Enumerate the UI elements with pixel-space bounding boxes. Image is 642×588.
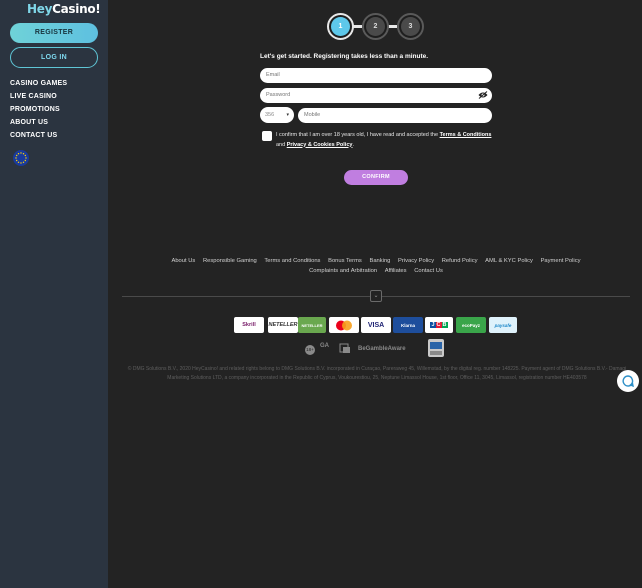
gamcare-icon	[339, 343, 350, 353]
nav-live-casino[interactable]: LIVE CASINO	[10, 93, 57, 100]
payment-logo-klarna: Klarna	[393, 317, 423, 333]
footer-link-complaints[interactable]: Complaints and Arbitration	[309, 268, 377, 274]
live-chat-button[interactable]	[617, 370, 639, 392]
footer-link-aml-kyc[interactable]: AML & KYC Policy	[485, 258, 533, 264]
footer-link-refund[interactable]: Refund Policy	[442, 258, 478, 264]
consent-text: I confirm that I am over 18 years old, I…	[276, 131, 492, 150]
privacy-link[interactable]: Privacy & Cookies Policy	[287, 142, 353, 148]
logo-text-casino: Casino!	[52, 2, 101, 16]
age-18-plus-icon: 18+	[305, 345, 315, 355]
payment-logo-jcb: JCB	[425, 317, 453, 333]
register-button[interactable]: REGISTER	[10, 23, 98, 43]
payment-logo-mastercard	[329, 317, 359, 333]
consent-and: and	[276, 141, 287, 148]
payment-logo-skrill: Skrill	[234, 317, 264, 333]
step-number: 3	[401, 17, 420, 36]
step-number: 1	[331, 17, 350, 36]
consent-suffix: .	[352, 141, 354, 148]
payment-logo-paysafe: paysafe	[489, 317, 517, 333]
footer-link-terms[interactable]: Terms and Conditions	[264, 258, 320, 264]
country-code-value: 356	[265, 112, 275, 118]
nav-casino-games[interactable]: CASINO GAMES	[10, 80, 67, 87]
form-title: Let's get started. Registering takes les…	[260, 53, 429, 60]
language-eu-flag-icon[interactable]	[13, 150, 29, 166]
chevron-down-icon[interactable]: ⌄	[370, 290, 382, 302]
consent-prefix: I confirm that I am over 18 years old, I…	[276, 132, 440, 138]
legal-text: © DMG Solutions B.V., 2020 HeyCasino! an…	[127, 366, 627, 381]
footer-link-responsible-gaming[interactable]: Responsible Gaming	[203, 258, 257, 264]
chevron-down-icon: ▾	[286, 112, 289, 118]
chat-icon	[622, 375, 634, 387]
step-2: 2	[362, 13, 389, 40]
footer-link-about-us[interactable]: About Us	[171, 258, 195, 264]
step-1: 1	[327, 13, 354, 40]
step-number: 2	[366, 17, 385, 36]
nav-contact-us[interactable]: CONTACT US	[10, 132, 57, 139]
payment-logo-visa: VISA	[361, 317, 391, 333]
gamblers-anonymous-icon: GA	[320, 343, 329, 349]
footer-links: About Us Responsible Gaming Terms and Co…	[140, 256, 612, 276]
payment-logo-neteller-green: NETELLER	[298, 317, 326, 333]
logo-text-hey: Hey	[27, 2, 53, 16]
jcb-b: B	[441, 322, 448, 328]
license-seal-icon[interactable]	[426, 338, 446, 360]
footer-link-banking[interactable]: Banking	[369, 258, 390, 264]
nav-about-us[interactable]: ABOUT US	[10, 119, 48, 126]
begambleaware-logo: BeGambleAware	[358, 346, 406, 352]
sidebar: HeyCasino! REGISTER LOG IN CASINO GAMES …	[0, 0, 108, 588]
nav-promotions[interactable]: PROMOTIONS	[10, 106, 60, 113]
country-code-select[interactable]: 356 ▾	[260, 107, 294, 123]
hide-password-icon[interactable]	[478, 91, 488, 99]
terms-link[interactable]: Terms & Conditions	[440, 132, 492, 138]
login-button[interactable]: LOG IN	[10, 47, 98, 68]
footer-link-affiliates[interactable]: Affiliates	[385, 268, 407, 274]
footer-link-privacy[interactable]: Privacy Policy	[398, 258, 434, 264]
step-3: 3	[397, 13, 424, 40]
page: HeyCasino! REGISTER LOG IN CASINO GAMES …	[0, 0, 642, 588]
logo[interactable]: HeyCasino!	[27, 2, 101, 16]
confirm-button[interactable]: CONFIRM	[344, 170, 408, 185]
footer-link-payment[interactable]: Payment Policy	[541, 258, 581, 264]
age-consent-checkbox[interactable]	[262, 131, 272, 141]
email-field[interactable]	[260, 68, 492, 83]
payment-logo-neteller: NETELLER	[268, 317, 298, 333]
footer-link-bonus-terms[interactable]: Bonus Terms	[328, 258, 362, 264]
mobile-field[interactable]	[298, 108, 492, 123]
password-field[interactable]	[260, 88, 492, 103]
footer-link-contact[interactable]: Contact Us	[414, 268, 443, 274]
payment-logo-ecopayz: ecoPayz	[456, 317, 486, 333]
